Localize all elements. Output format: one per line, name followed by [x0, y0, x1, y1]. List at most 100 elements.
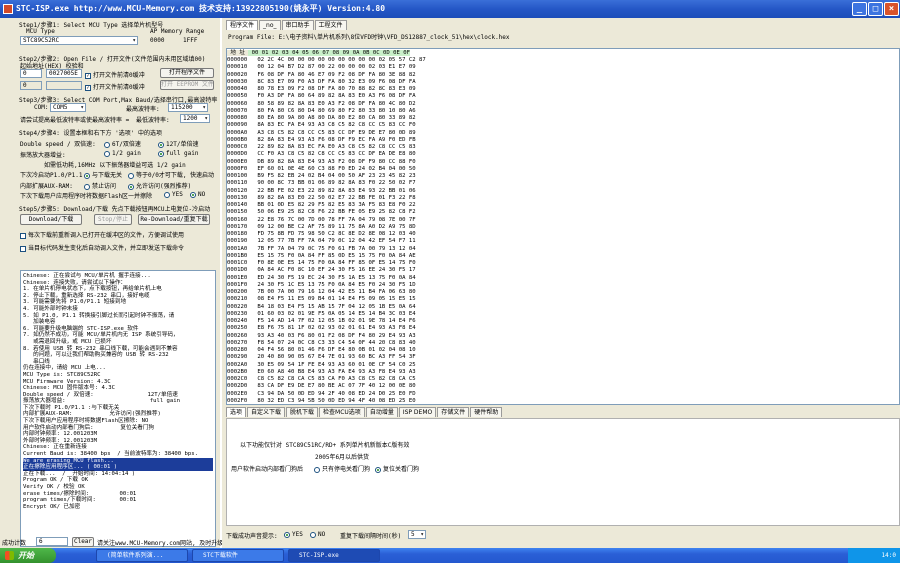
hex-row-bytes: 8A 83 EC FA E4 93 A3 C8 C5 82 C8 CC C5 8…: [257, 122, 416, 129]
maximize-button[interactable]: □: [868, 2, 883, 16]
start-label: 开始: [18, 551, 34, 560]
p1-opt1-radio[interactable]: 与下载无关: [84, 170, 122, 179]
hex-row: 0002B0 E0 60 A8 40 B8 E4 93 A3 FA E4 93 …: [227, 369, 899, 376]
min-baud-select[interactable]: 1200 ▾: [180, 114, 210, 123]
hex-row-bytes: 93 A3 40 03 F6 80 01 F2 08 DF F4 80 29 E…: [257, 332, 416, 339]
hex-row: 000030 8C 83 E7 09 F0 A3 DF FA 80 32 E3 …: [227, 79, 899, 86]
top-tab-1[interactable]: _no_: [259, 20, 281, 30]
hex-row-bytes: 80 FA 80 C6 80 D4 80 69 80 F2 80 33 80 1…: [257, 107, 416, 114]
hex-row-bytes: B9 F5 82 EB 24 02 B4 04 00 50 AF 23 23 4…: [257, 173, 416, 179]
close-button[interactable]: ×: [884, 2, 899, 16]
max-baud-select[interactable]: 115200 ▾: [168, 103, 208, 112]
hex-row: 000080 80 EA 80 9A 80 A8 80 DA 80 E2 80 …: [227, 115, 899, 122]
hex-row-address: 000110: [227, 180, 248, 187]
aux-disable-radio[interactable]: 禁止访问: [84, 181, 116, 190]
step4-title: Step4/步骤4: 设置本框和右下方 '选项' 中的选项: [19, 130, 162, 137]
hex-row-address: 000160: [227, 216, 248, 223]
check-icon: ✓: [85, 84, 91, 91]
mcu-type-select[interactable]: STC89C52RC ▾: [20, 36, 138, 45]
checksum-field: 0027005E: [46, 69, 82, 78]
hex-row: 000220 B4 18 03 E4 F5 15 AB 15 7F 04 12 …: [227, 304, 899, 311]
hex-row-bytes: E0 60 A8 40 B8 E4 93 A3 FA E4 93 A3 F8 E…: [257, 368, 416, 375]
top-tab-0[interactable]: 程序文件: [226, 20, 259, 30]
start-button[interactable]: 开始: [0, 548, 56, 563]
clear-button[interactable]: Clear: [72, 537, 94, 547]
hex-row-bytes: 09 12 00 BE C2 AF 75 89 11 75 8A A0 D2 A…: [257, 223, 416, 230]
hex-row-bytes: 7B FF 7A 04 79 0C 75 F0 61 FB 7A 00 79 1…: [257, 245, 416, 252]
hex-view[interactable]: 地 址 00 01 02 03 04 05 06 07 08 09 0A 0B …: [226, 48, 900, 405]
hex-row-bytes: E8 F6 75 81 1F 02 02 93 02 01 61 E4 93 A…: [257, 325, 416, 332]
min-baud-hint: 请尝试提高最低波特率或使最高波特率 =: [20, 117, 130, 124]
eeprom-addr-input[interactable]: 0: [20, 81, 42, 90]
bottom-tab-3[interactable]: 检查MCU选项: [319, 407, 365, 417]
taskbar-item-label: STC-ISP.exe: [299, 552, 339, 559]
hex-row: 000110 90 00 8C 73 BB 01 06 89 82 8A 83 …: [227, 180, 899, 187]
hex-row: 000010 00 12 04 B7 D2 87 00 22 00 00 00 …: [227, 64, 899, 71]
hex-row: 0001C0 F0 8E 0E E5 14 75 F0 0A 84 FF 85 …: [227, 260, 899, 267]
com-port-select[interactable]: COM5 ▾: [50, 103, 86, 112]
bottom-tab-2[interactable]: 脱机下载: [286, 407, 319, 417]
hex-row: 000250 E8 F6 75 81 1F 02 02 93 02 01 61 …: [227, 325, 899, 332]
radio-icon: [128, 172, 134, 179]
program-file-path: Program File: E:\电子资料\单片机系列\8位VFD时钟\VFD_…: [228, 34, 510, 41]
log-output[interactable]: Chinese: 正在尝试与 MCU/单片机 握手连接... Chinese: 连…: [20, 270, 216, 547]
options-panel: 以下功能仅针对 STC89C51RC/RD+ 系列单片机新版本C版有效 2005…: [226, 418, 900, 526]
hex-row-bytes: CC F0 A3 C8 C5 82 C8 CC C5 83 CC DF EA D…: [257, 151, 416, 158]
p1-opt2-radio[interactable]: 等于0/0才可下载, 快速启动: [128, 170, 214, 179]
bottom-tab-0[interactable]: 选项: [226, 407, 247, 417]
hex-row-address: 0002B0: [227, 368, 248, 375]
top-tab-3[interactable]: 工程文件: [314, 20, 347, 30]
window-title: STC-ISP.exe http://www.MCU-Memory.com 技术…: [16, 4, 386, 13]
radio-selected-icon: [128, 183, 134, 190]
clear-eeprom-buffer-label: 打开文件前清0缓冲: [93, 84, 145, 91]
taskbar-item[interactable]: STC下载软件: [192, 549, 284, 562]
hex-row-bytes: 00 12 04 B7 D2 87 00 22 00 00 00 02 03 E…: [257, 64, 416, 71]
tray-clock[interactable]: 14:0: [882, 552, 896, 559]
beep-yes-radio[interactable]: YES: [284, 531, 303, 538]
bottom-tab-5[interactable]: ISP DEMO: [398, 407, 437, 417]
hex-row-address: 000120: [227, 187, 248, 194]
reload-before-download-label: 每次下载前重新调入已打开在缓冲区的文件，方便调试使用: [28, 232, 185, 239]
hex-row-address: 000000: [227, 57, 248, 63]
footer-link[interactable]: 请关注www.MCU-Memory.com网站, 及时升级: [97, 538, 223, 547]
taskbar-item-active[interactable]: STC-ISP.exe: [288, 549, 380, 562]
eeprom-erase-no-radio[interactable]: NO: [190, 191, 205, 198]
hex-row-address: 0000D0: [227, 151, 248, 158]
clear-eeprom-buffer-checkbox[interactable]: ✓ 打开文件前清0缓冲: [85, 82, 145, 91]
reload-before-download-checkbox[interactable]: 每次下载前重新调入已打开在缓冲区的文件，方便调试使用: [20, 230, 184, 239]
max-baud-label: 最高波特率:: [126, 106, 160, 113]
wdt-opt2-radio[interactable]: 复位关看门狗: [375, 464, 419, 473]
eeprom-erase-yes-radio[interactable]: YES: [164, 191, 183, 198]
bottom-tab-4[interactable]: 自动增量: [365, 407, 398, 417]
bottom-tab-1[interactable]: 自定义下载: [247, 407, 286, 417]
speed-6t-radio[interactable]: 6T/双倍速: [104, 139, 141, 148]
hex-row: 0002E0 C3 94 DA 50 0D ED 94 2F 40 08 ED …: [227, 391, 899, 398]
stop-button[interactable]: Stop/停止: [94, 214, 132, 225]
hex-row-address: 000080: [227, 115, 248, 121]
amp-note: 如需低功耗,16MHz 以下振荡器增益可选 1/2 gain: [44, 162, 186, 169]
redownload-button[interactable]: Re-Download/重复下载: [138, 214, 210, 225]
open-eeprom-button[interactable]: 打开 EEPROM 文件: [160, 80, 214, 90]
start-addr-input[interactable]: 0: [20, 69, 42, 78]
aux-enable-radio[interactable]: 允许访问(强烈推荐): [128, 181, 191, 190]
minimize-button[interactable]: _: [852, 2, 867, 16]
auto-reload-checkbox[interactable]: 当目标代码发生变化后自动调入文件，并立即发送下载命令: [20, 243, 184, 252]
hex-row-address: 000020: [227, 71, 248, 78]
bottom-tab-6[interactable]: 存储文件: [437, 407, 470, 417]
clear-buffer-checkbox[interactable]: ✓ 打开文件前清0缓冲: [85, 70, 145, 79]
repeat-interval-select[interactable]: 5 ▾: [408, 530, 426, 539]
hex-row-bytes: C8 C5 82 C8 CA C5 83 CA F0 A3 C8 C5 82 C…: [257, 376, 416, 382]
wdt-opt1-radio[interactable]: 只有停电关看门狗: [314, 464, 370, 473]
half-gain-radio[interactable]: 1/2 gain: [104, 150, 141, 157]
top-tab-2[interactable]: 串口助手: [281, 20, 314, 30]
hex-row-address: 000060: [227, 100, 248, 107]
beep-no-radio[interactable]: NO: [310, 531, 325, 538]
full-gain-radio[interactable]: full gain: [158, 150, 199, 157]
download-button[interactable]: Download/下载: [20, 214, 82, 225]
speed-12t-label: 12T/单倍速: [166, 141, 199, 148]
log-line: 加装电容: [23, 319, 56, 326]
taskbar-item[interactable]: (简单软件系列演...: [96, 549, 188, 562]
bottom-tab-7[interactable]: 硬件帮助: [470, 407, 503, 417]
open-program-button[interactable]: 打开程序文件: [160, 68, 214, 78]
speed-12t-radio[interactable]: 12T/单倍速: [158, 139, 198, 148]
